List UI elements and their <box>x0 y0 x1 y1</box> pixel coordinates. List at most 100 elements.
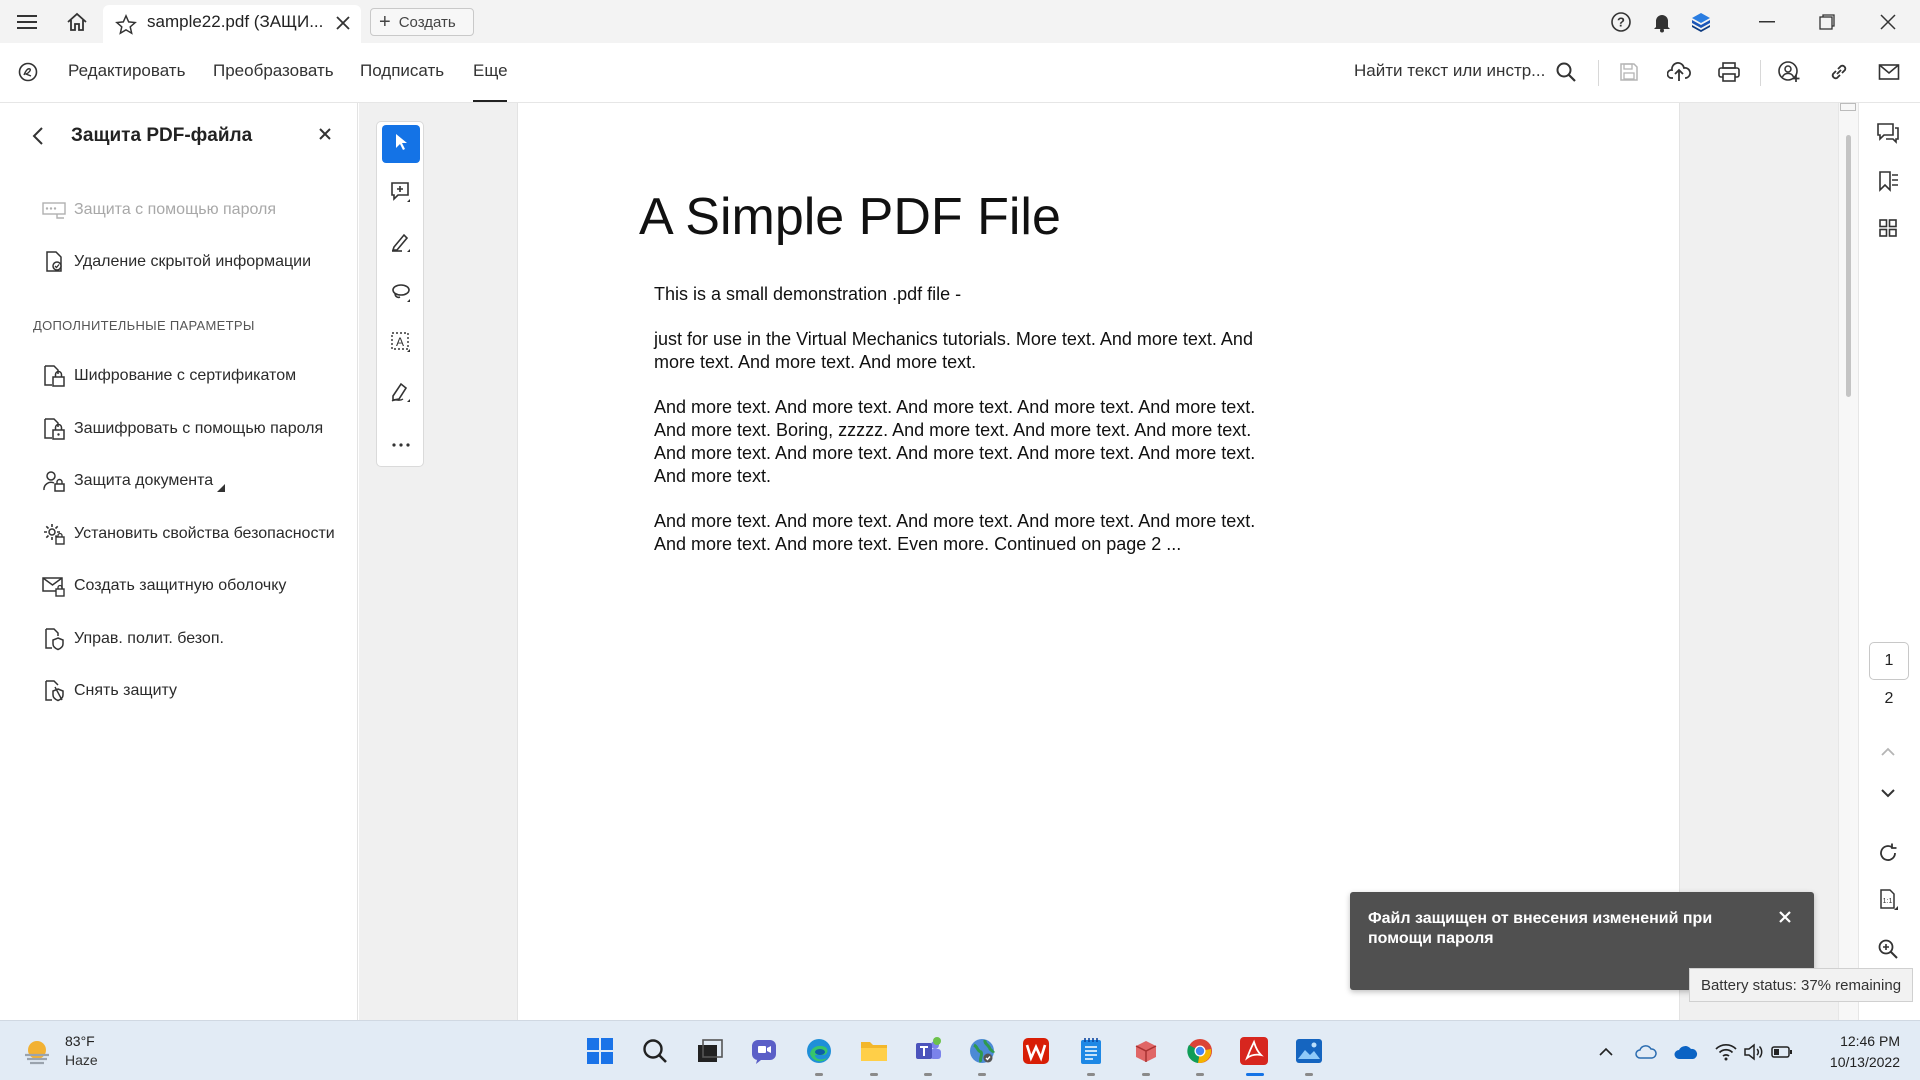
title-bar: sample22.pdf (ЗАЩИ... + Создать ? <box>0 0 1920 43</box>
quick-tools-strip: A <box>376 121 424 467</box>
weather-description[interactable]: Haze <box>65 1052 98 1068</box>
item-label: Создать защитную оболочку <box>74 577 287 594</box>
plus-icon: + <box>379 10 391 33</box>
comments-icon[interactable] <box>1873 118 1903 148</box>
create-button[interactable]: + Создать <box>370 8 474 36</box>
menu-more[interactable]: Еще <box>473 61 508 81</box>
edge-browser-icon[interactable] <box>801 1033 837 1069</box>
volume-icon[interactable] <box>1742 1041 1766 1063</box>
apps-cube-icon[interactable] <box>1686 0 1716 43</box>
email-icon[interactable] <box>1874 57 1904 87</box>
search-tools-field[interactable]: Найти текст или инстр... <box>1354 61 1545 81</box>
hamburger-menu-icon[interactable] <box>12 0 42 43</box>
photos-icon[interactable] <box>1291 1033 1327 1069</box>
security-policies-item[interactable]: Управ. полит. безоп. <box>40 625 224 653</box>
more-tools-button[interactable] <box>382 425 420 463</box>
close-panel-icon[interactable] <box>318 127 332 146</box>
zoom-in-icon[interactable] <box>1873 934 1903 964</box>
notifications-bell-icon[interactable] <box>1647 0 1677 43</box>
clock-time[interactable]: 12:46 PM <box>1830 1033 1900 1049</box>
notepad-icon[interactable] <box>1073 1033 1109 1069</box>
pdf-paragraph: This is a small demonstration .pdf file … <box>654 284 962 304</box>
file-explorer-icon[interactable] <box>856 1033 892 1069</box>
weather-temperature[interactable]: 83°F <box>65 1033 95 1049</box>
back-arrow-icon[interactable] <box>28 125 50 152</box>
close-tab-icon[interactable] <box>335 15 351 36</box>
restore-window-icon[interactable] <box>1812 0 1842 43</box>
item-label: Удаление скрытой информации <box>74 253 311 270</box>
save-icon[interactable] <box>1614 57 1644 87</box>
weather-haze-icon[interactable] <box>22 1036 52 1071</box>
user-lock-icon <box>40 469 68 493</box>
windows-start-icon[interactable] <box>582 1033 618 1069</box>
remove-protection-item[interactable]: Снять защиту <box>40 677 177 705</box>
link-icon[interactable] <box>1824 57 1854 87</box>
onedrive-icon[interactable] <box>1674 1041 1698 1063</box>
menu-edit[interactable]: Редактировать <box>68 61 185 81</box>
bookmarks-icon[interactable] <box>1873 166 1903 196</box>
battery-tooltip: Battery status: 37% remaining <box>1689 968 1913 1002</box>
security-properties-item[interactable]: Установить свойства безопасности <box>40 520 335 548</box>
taskbar: 83°F Haze 12:46 PM 10/13/2022 <box>0 1020 1920 1080</box>
draw-button[interactable] <box>382 275 420 313</box>
app-running-indicator <box>870 1073 878 1076</box>
star-icon[interactable] <box>115 14 137 41</box>
menu-convert[interactable]: Преобразовать <box>213 61 334 81</box>
help-icon[interactable]: ? <box>1606 0 1636 43</box>
close-window-icon[interactable] <box>1873 0 1903 43</box>
item-label: Защита с помощью пароля <box>74 201 277 218</box>
remove-hidden-info-item[interactable]: Удаление скрытой информации <box>40 248 311 276</box>
cloud-sync-icon[interactable] <box>1634 1041 1658 1063</box>
close-toast-icon[interactable] <box>1778 910 1792 929</box>
globe-app-icon[interactable] <box>964 1033 1000 1069</box>
task-view-icon[interactable] <box>692 1033 728 1069</box>
print-icon[interactable] <box>1714 57 1744 87</box>
gear-lock-icon <box>40 522 68 546</box>
upload-cloud-icon[interactable] <box>1664 57 1694 87</box>
document-tab[interactable]: sample22.pdf (ЗАЩИ... <box>103 5 361 43</box>
package-app-icon[interactable] <box>1128 1033 1164 1069</box>
teams-chat-icon[interactable] <box>746 1033 782 1069</box>
minimize-window-icon[interactable] <box>1752 0 1782 43</box>
acrobat-home-icon[interactable] <box>13 57 43 87</box>
search-icon[interactable] <box>1551 57 1581 87</box>
share-user-icon[interactable] <box>1774 57 1804 87</box>
clock-date[interactable]: 10/13/2022 <box>1815 1054 1900 1070</box>
text-box-button[interactable]: A <box>382 325 420 363</box>
home-icon[interactable] <box>62 0 92 43</box>
password-encrypt-item[interactable]: Зашифровать с помощью пароля <box>40 415 323 443</box>
item-label: Зашифровать с помощью пароля <box>74 420 324 437</box>
chrome-icon[interactable] <box>1182 1033 1218 1069</box>
highlight-button[interactable] <box>382 225 420 263</box>
scroll-top-button[interactable] <box>1840 103 1856 111</box>
lasso-icon <box>389 280 413 309</box>
page-size-icon[interactable]: 1:1 <box>1873 884 1903 914</box>
certificate-lock-icon <box>40 364 68 388</box>
teams-icon[interactable] <box>910 1033 946 1069</box>
certificate-encrypt-item[interactable]: Шифрование с сертификатом <box>40 362 296 390</box>
page-2-button[interactable]: 2 <box>1869 687 1909 711</box>
app-running-indicator <box>924 1073 932 1076</box>
password-field-icon <box>40 198 68 222</box>
thumbnails-grid-icon[interactable] <box>1873 213 1903 243</box>
menu-sign[interactable]: Подписать <box>360 61 444 81</box>
show-hidden-icons-chevron-icon[interactable] <box>1594 1041 1618 1063</box>
scrollbar-thumb[interactable] <box>1846 135 1851 397</box>
sign-button[interactable] <box>382 375 420 413</box>
rotate-icon[interactable] <box>1873 838 1903 868</box>
app-running-indicator <box>978 1073 986 1076</box>
acrobat-taskbar-icon[interactable] <box>1236 1033 1272 1069</box>
select-tool-button[interactable] <box>382 125 420 163</box>
chevron-up-icon[interactable] <box>1873 737 1903 767</box>
highlight-pen-icon <box>389 230 413 259</box>
wifi-icon[interactable] <box>1714 1041 1738 1063</box>
secure-envelope-item[interactable]: Создать защитную оболочку <box>40 572 286 600</box>
battery-icon[interactable] <box>1770 1041 1794 1063</box>
app-running-indicator <box>1305 1073 1313 1076</box>
protect-document-item[interactable]: Защита документа <box>40 467 226 495</box>
search-taskbar-icon[interactable] <box>637 1033 673 1069</box>
page-1-button[interactable]: 1 <box>1869 642 1909 680</box>
chevron-down-icon[interactable] <box>1873 778 1903 808</box>
wps-office-icon[interactable] <box>1018 1033 1054 1069</box>
add-comment-button[interactable] <box>382 175 420 213</box>
